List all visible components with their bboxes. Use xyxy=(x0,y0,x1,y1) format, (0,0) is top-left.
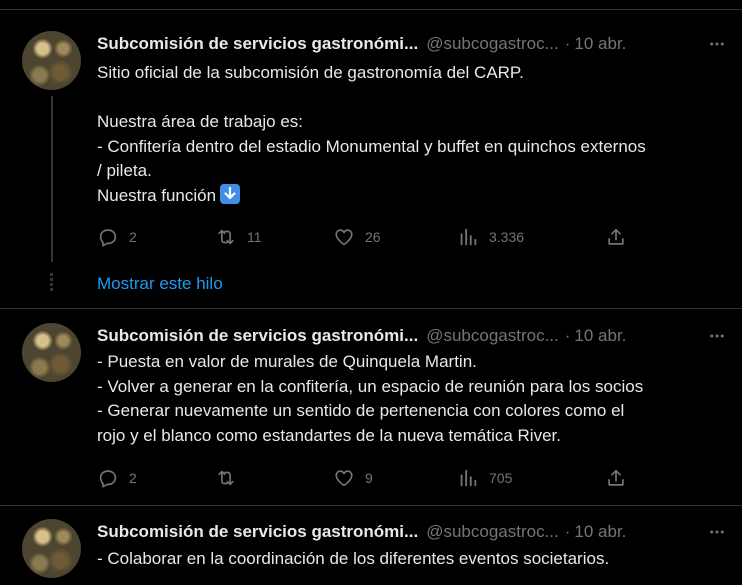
tweet-text: - Colaborar en la coordinación de los di… xyxy=(97,547,728,572)
tweet-line: Sitio oficial de la subcomisión de gastr… xyxy=(97,63,524,82)
views-chart-icon xyxy=(460,228,477,246)
tweet-line: Nuestra función xyxy=(97,185,217,205)
top-divider xyxy=(0,9,742,10)
tweet-line: - Generar nuevamente un sentido de perte… xyxy=(97,401,625,420)
separator-dot: · xyxy=(564,522,571,541)
timestamp[interactable]: 10 abr. xyxy=(574,326,626,346)
author-name[interactable]: Subcomisión de servicios gastronómi... xyxy=(97,34,418,54)
tweet-header: Subcomisión de servicios gastronómi... @… xyxy=(97,325,728,347)
avatar[interactable] xyxy=(22,31,81,90)
tweet-actions: 2 9 705 xyxy=(97,466,728,490)
tweet-line-with-emoji: Nuestra función xyxy=(97,183,728,209)
retweet-icon xyxy=(218,229,234,245)
avatar[interactable] xyxy=(22,323,81,382)
author-handle[interactable]: @subcogastroc... xyxy=(426,522,559,542)
tweet-header: Subcomisión de servicios gastronómi... @… xyxy=(97,521,728,543)
retweet-button[interactable]: 11 xyxy=(215,225,262,249)
retweet-icon xyxy=(218,470,234,486)
separator-dot: · xyxy=(564,34,571,53)
thread-line xyxy=(51,96,53,262)
tweet-line: - Volver a generar en la confitería, un … xyxy=(97,376,644,396)
share-button[interactable] xyxy=(605,466,637,490)
reply-icon xyxy=(99,229,117,247)
tweet-text: - Puesta en valor de murales de Quinquel… xyxy=(97,350,728,448)
author-name[interactable]: Subcomisión de servicios gastronómi... xyxy=(97,326,418,346)
tweet-line: - Confitería dentro del estadio Monument… xyxy=(97,136,646,156)
views-button[interactable]: 705 xyxy=(457,466,512,490)
reply-button[interactable]: 2 xyxy=(97,466,137,490)
tweet-text: Sitio oficial de la subcomisión de gastr… xyxy=(97,61,728,208)
author-handle[interactable]: @subcogastroc... xyxy=(426,326,559,346)
retweet-button[interactable] xyxy=(215,466,247,490)
tweet-line: - Colaborar en la coordinación de los di… xyxy=(97,549,610,568)
tweet-line: - Puesta en valor de murales de Quinquel… xyxy=(97,352,477,371)
reply-button[interactable]: 2 xyxy=(97,225,137,249)
views-button[interactable]: 3.336 xyxy=(457,225,524,249)
more-options-icon[interactable] xyxy=(706,325,728,347)
author-handle[interactable]: @subcogastroc... xyxy=(426,34,559,54)
reply-count: 2 xyxy=(129,470,137,486)
timestamp[interactable]: 10 abr. xyxy=(574,34,626,54)
share-icon xyxy=(608,469,624,486)
like-button[interactable]: 9 xyxy=(333,466,373,490)
author-name[interactable]: Subcomisión de servicios gastronómi... xyxy=(97,522,418,542)
heart-icon xyxy=(335,229,353,246)
show-thread-link[interactable]: Mostrar este hilo xyxy=(97,274,223,294)
like-count: 26 xyxy=(365,229,381,245)
thread-continuation-dots xyxy=(50,273,54,293)
like-count: 9 xyxy=(365,470,373,486)
tweet-line: Nuestra área de trabajo es: xyxy=(97,112,304,131)
reply-icon xyxy=(99,470,117,488)
more-options-icon[interactable] xyxy=(706,521,728,543)
timestamp[interactable]: 10 abr. xyxy=(574,522,626,542)
tweet-line-blank xyxy=(97,86,728,111)
tweet-actions: 2 11 26 3.336 xyxy=(97,225,728,249)
separator-dot: · xyxy=(564,326,571,345)
views-chart-icon xyxy=(460,469,477,487)
share-button[interactable] xyxy=(605,225,637,249)
views-count: 3.336 xyxy=(489,229,525,245)
tweet-line: rojo y el blanco como estandartes de la … xyxy=(97,425,561,445)
divider xyxy=(0,505,742,506)
heart-icon xyxy=(335,470,353,487)
share-icon xyxy=(608,228,624,245)
reply-count: 2 xyxy=(129,229,137,245)
more-options-icon[interactable] xyxy=(706,33,728,55)
tweet-line: / pileta. xyxy=(97,161,152,180)
divider xyxy=(0,308,742,309)
views-count: 705 xyxy=(489,470,513,486)
avatar[interactable] xyxy=(22,519,81,578)
like-button[interactable]: 26 xyxy=(333,225,381,249)
arrow-down-emoji-icon xyxy=(220,183,241,204)
retweet-count: 11 xyxy=(247,229,262,245)
tweet-header: Subcomisión de servicios gastronómi... @… xyxy=(97,33,728,55)
